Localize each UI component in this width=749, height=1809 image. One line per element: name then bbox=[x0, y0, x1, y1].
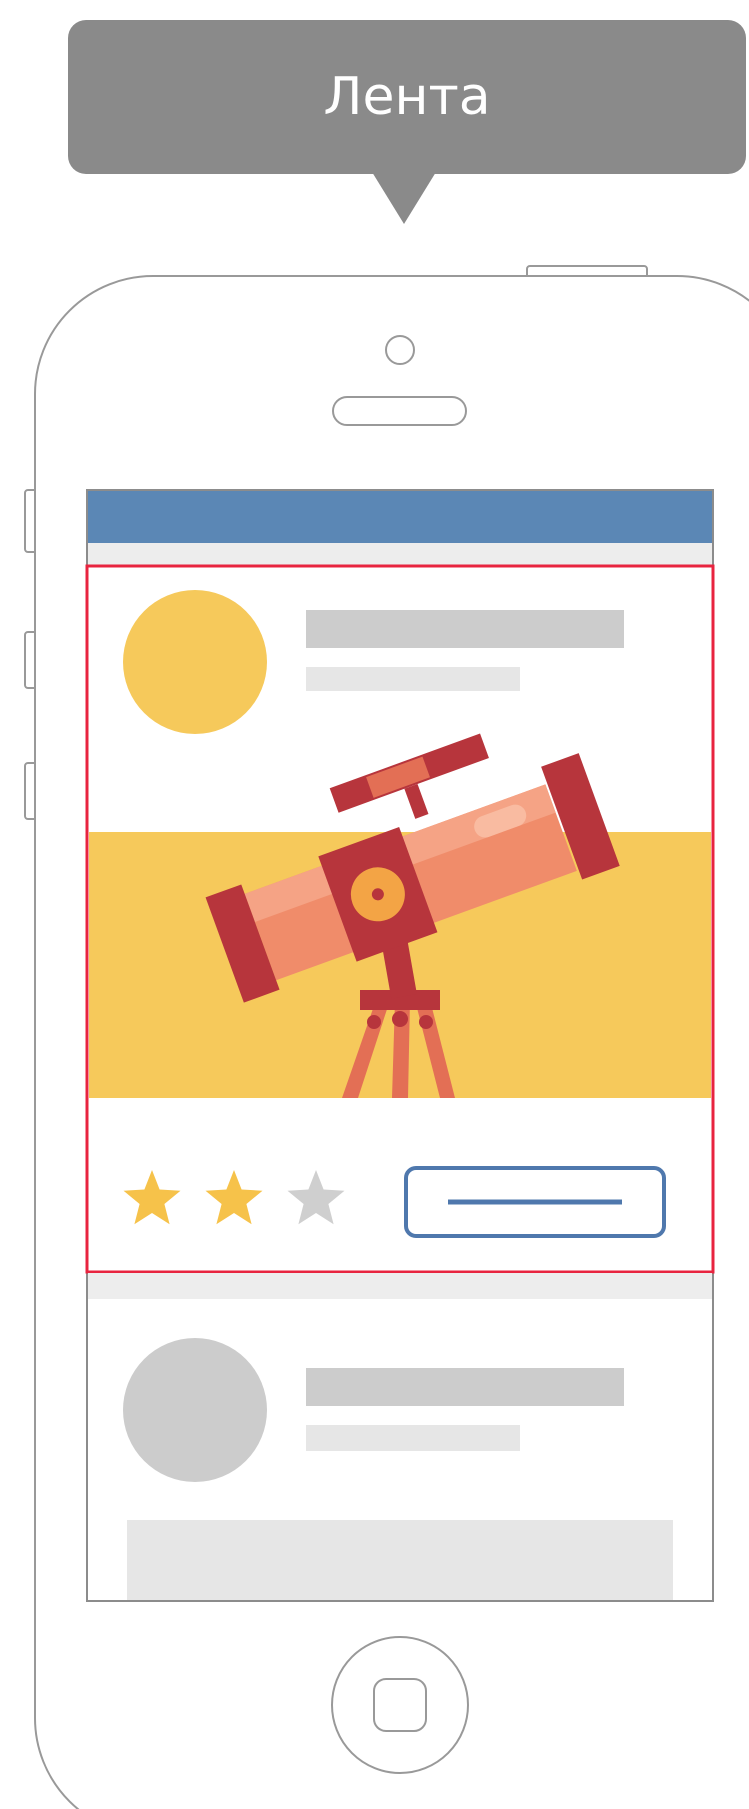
app-header-bar bbox=[88, 491, 712, 543]
feed-gap-top bbox=[88, 543, 712, 567]
second-post-title-placeholder bbox=[306, 1368, 624, 1406]
post-avatar[interactable] bbox=[123, 590, 267, 734]
second-post-subtitle-placeholder bbox=[306, 1425, 520, 1451]
home-square-icon bbox=[373, 1678, 427, 1732]
feed-gap-middle bbox=[88, 1273, 712, 1299]
front-camera-icon bbox=[385, 335, 415, 365]
second-post-avatar[interactable] bbox=[123, 1338, 267, 1482]
featured-post-card[interactable] bbox=[89, 567, 711, 1270]
post-title-placeholder bbox=[306, 610, 624, 648]
post-subtitle-placeholder bbox=[306, 667, 520, 691]
stage: Лента bbox=[0, 0, 749, 1809]
second-post-image-placeholder bbox=[127, 1520, 673, 1600]
earpiece-speaker bbox=[332, 396, 467, 426]
phone-mockup bbox=[24, 265, 749, 1809]
